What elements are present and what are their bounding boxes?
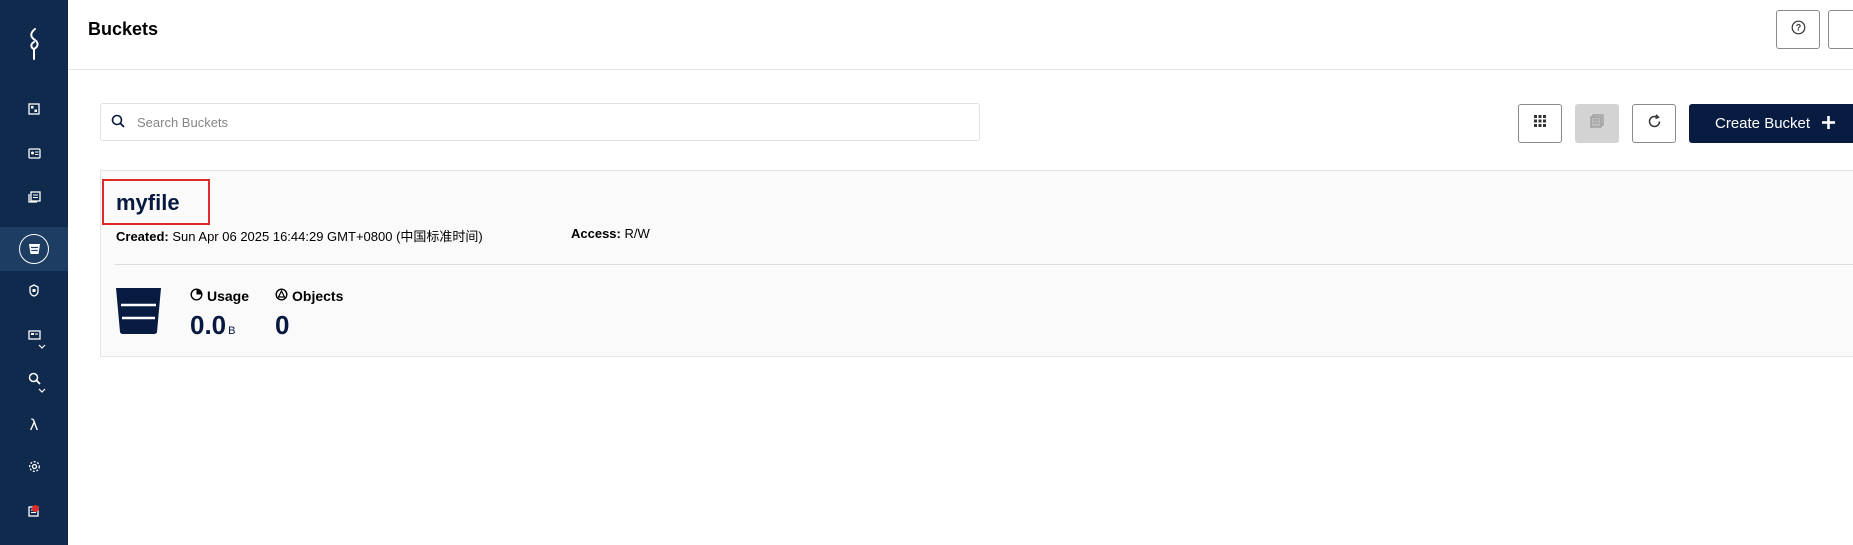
sidebar-item-license[interactable] [0,491,68,535]
select-multiple-button[interactable] [1518,104,1562,143]
sidebar-item-monitoring[interactable] [0,315,68,359]
pie-chart-icon [190,288,203,304]
sidebar-item-buckets[interactable] [0,227,68,271]
sidebar-item-settings[interactable] [0,447,68,491]
divider [115,264,1853,265]
lambda-icon: λ [29,416,39,434]
dashboard-icon [28,102,40,120]
objects-label-text: Objects [292,288,344,304]
page-title: Buckets [88,19,159,39]
created-info: Created: Sun Apr 06 2025 16:44:29 GMT+08… [116,226,483,245]
chevron-down-icon[interactable] [38,337,46,355]
gear-icon [28,460,41,478]
objects-value: 0 [275,310,290,340]
plus-icon [1821,115,1836,134]
svg-text:?: ? [1795,22,1801,32]
logs-icon [27,190,41,208]
objects-label: Objects [275,288,343,304]
sidebar-item-lambda[interactable]: λ [0,403,68,447]
create-bucket-label: Create Bucket [1715,115,1811,132]
access-value: R/W [624,226,650,241]
created-label: Created: [116,229,169,244]
grid-icon [1533,114,1547,133]
notification-badge [32,505,39,512]
refresh-button[interactable] [1632,104,1676,143]
buckets-icon [19,234,49,264]
usage-label: Usage [190,288,249,304]
usage-value: 0.0 B [190,310,236,341]
chevron-down-icon[interactable] [38,381,46,399]
create-bucket-button[interactable]: Create Bucket [1689,104,1853,143]
sidebar-item-dashboard[interactable] [0,89,68,133]
stack-icon [1589,113,1605,134]
access-info: Access: R/W [571,226,650,241]
set-lifecycle-button[interactable] [1575,104,1619,143]
objects-icon [275,288,288,304]
created-value: Sun Apr 06 2025 16:44:29 GMT+0800 (中国标准时… [172,229,483,244]
bucket-card[interactable]: myfile Created: Sun Apr 06 2025 16:44:29… [100,170,1853,357]
sidebar-item-policies[interactable] [0,271,68,315]
theme-toggle-button[interactable] [1828,10,1853,49]
policies-icon [29,284,39,302]
usage-label-text: Usage [207,288,250,304]
usage-number: 0.0 [190,310,227,340]
identity-icon [27,146,41,164]
minio-logo-icon[interactable] [0,0,68,88]
sidebar-item-logs[interactable] [0,177,68,221]
sidebar-item-search-trace[interactable] [0,359,68,403]
refresh-icon [1647,113,1662,134]
search-bar [100,103,980,141]
bucket-icon [115,286,162,340]
help-button[interactable]: ? [1776,10,1820,49]
bucket-name[interactable]: myfile [116,190,180,216]
sidebar-item-identity[interactable] [0,133,68,177]
moon-icon [1845,19,1853,40]
page-header: Buckets ? [68,0,1853,70]
usage-unit: B [228,325,236,337]
access-label: Access: [571,226,621,241]
help-icon: ? [1791,20,1806,40]
search-icon [111,114,126,134]
search-input[interactable] [137,104,957,140]
sidebar: λ [0,0,68,545]
